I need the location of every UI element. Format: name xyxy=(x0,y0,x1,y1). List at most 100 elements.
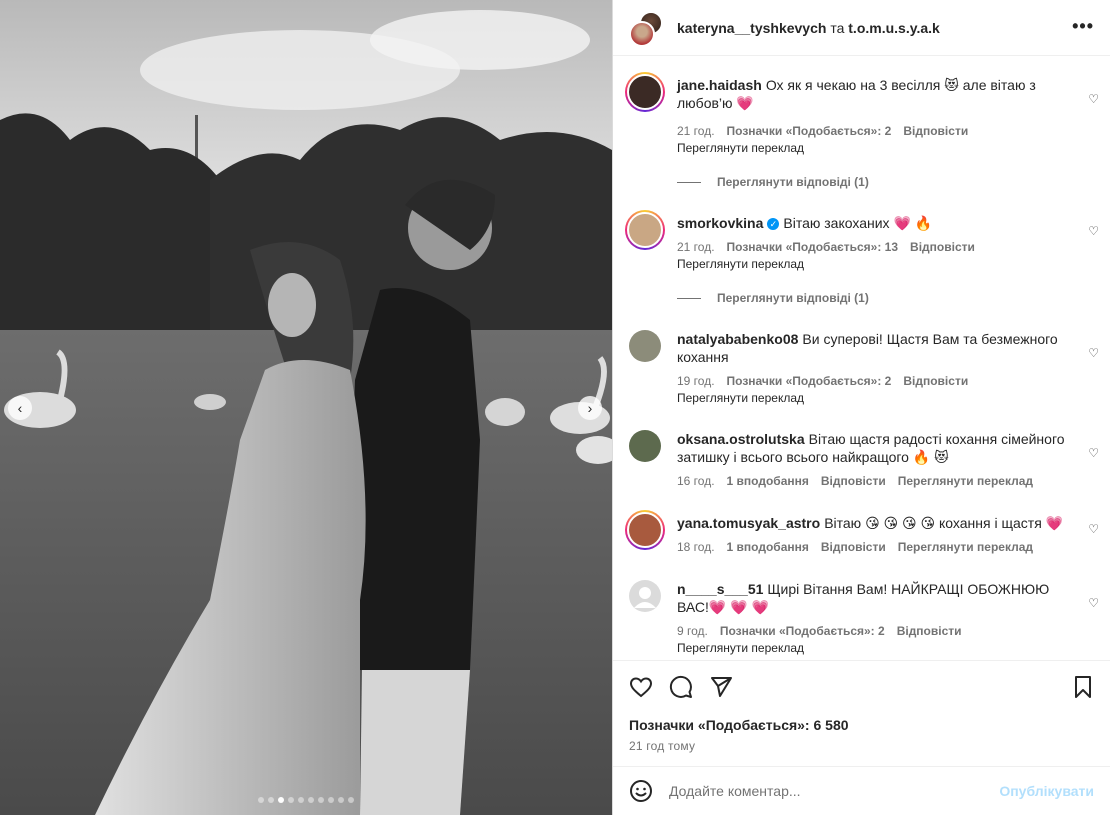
comment-username[interactable]: jane.haidash xyxy=(677,77,762,93)
post-header: kateryna__tyshkevych та t.o.m.u.s.y.a.k … xyxy=(613,0,1110,56)
comment-icon[interactable] xyxy=(669,675,693,699)
see-translation-link[interactable]: Переглянути переклад xyxy=(898,474,1033,488)
save-bookmark-icon[interactable] xyxy=(1071,675,1095,699)
reply-button[interactable]: Відповісти xyxy=(903,374,968,388)
reply-button[interactable]: Відповісти xyxy=(821,540,886,554)
comment-likes[interactable]: Позначки «Подобається»: 2 xyxy=(727,374,892,388)
post-actions: Позначки «Подобається»: 6 580 21 год том… xyxy=(613,660,1110,753)
comment-likes[interactable]: 1 вподобання xyxy=(727,474,809,488)
avatar[interactable] xyxy=(625,510,665,550)
view-replies-button[interactable]: Переглянути відповіді (1) xyxy=(677,291,869,305)
comment-username[interactable]: natalyababenko08 xyxy=(677,331,798,347)
see-translation-link[interactable]: Переглянути переклад xyxy=(898,540,1033,554)
avatar[interactable] xyxy=(629,580,661,612)
comment-username[interactable]: n____s___51 xyxy=(677,581,763,597)
carousel-dot xyxy=(258,797,264,803)
carousel-dot xyxy=(298,797,304,803)
see-translation-link[interactable]: Переглянути переклад xyxy=(677,641,804,655)
heart-icon[interactable]: ♡ xyxy=(1088,346,1099,360)
author-link[interactable]: kateryna__tyshkevych xyxy=(677,20,826,36)
comment-meta: 9 год. Позначки «Подобається»: 2 Відпові… xyxy=(677,624,962,638)
comment-time[interactable]: 19 год. xyxy=(677,374,715,388)
emoji-icon[interactable] xyxy=(629,779,653,803)
reply-button[interactable]: Відповісти xyxy=(897,624,962,638)
comment-text: oksana.ostrolutska Вітаю щастя радості ко… xyxy=(677,430,1083,466)
default-avatar-icon xyxy=(634,587,656,608)
see-translation-link[interactable]: Переглянути переклад xyxy=(677,391,804,405)
carousel-indicator xyxy=(0,797,612,803)
comment-likes[interactable]: Позначки «Подобається»: 2 xyxy=(720,624,885,638)
likes-count[interactable]: Позначки «Подобається»: 6 580 xyxy=(629,717,849,733)
comment-likes[interactable]: Позначки «Подобається»: 13 xyxy=(727,240,898,254)
like-heart-icon[interactable] xyxy=(629,675,653,699)
comment-time[interactable]: 21 год. xyxy=(677,124,715,138)
comment-time[interactable]: 16 год. xyxy=(677,474,715,488)
carousel-dot xyxy=(278,797,284,803)
comment-time[interactable]: 21 год. xyxy=(677,240,715,254)
comment-username[interactable]: oksana.ostrolutska xyxy=(677,431,805,447)
carousel-dot xyxy=(288,797,294,803)
share-icon[interactable] xyxy=(709,675,733,699)
verified-badge-icon: ✓ xyxy=(767,218,780,231)
add-comment-bar: Опублікувати xyxy=(613,766,1110,815)
avatar xyxy=(629,20,655,47)
comment-likes[interactable]: 1 вподобання xyxy=(727,540,809,554)
comment-item: natalyababenko08 Ви суперові! Щастя Вам т… xyxy=(629,330,1099,410)
comment-text: natalyababenko08 Ви суперові! Щастя Вам т… xyxy=(677,330,1083,366)
more-horizontal-icon: ••• xyxy=(1072,16,1094,36)
more-options-button[interactable]: ••• xyxy=(1072,16,1094,37)
reply-button[interactable]: Відповісти xyxy=(903,124,968,138)
comment-item: n____s___51 Щирі Вітання Вам! НАЙКРАЩІ ОБ… xyxy=(629,580,1099,660)
heart-icon[interactable]: ♡ xyxy=(1088,224,1099,238)
comment-text: n____s___51 Щирі Вітання Вам! НАЙКРАЩІ ОБ… xyxy=(677,580,1083,616)
comment-username[interactable]: yana.tomusyak_astro xyxy=(677,515,820,531)
avatar[interactable] xyxy=(625,210,665,250)
carousel-next-button[interactable]: › xyxy=(578,396,602,420)
collab-avatars[interactable] xyxy=(629,10,663,47)
reply-button[interactable]: Відповісти xyxy=(910,240,975,254)
heart-icon[interactable]: ♡ xyxy=(1088,522,1099,536)
authors-conjunction: та xyxy=(830,19,845,36)
post-dialog: ‹ › kateryna__tyshkevych та t.o.m.u.s.y.… xyxy=(0,0,1110,815)
post-timestamp[interactable]: 21 год тому xyxy=(629,739,695,753)
avatar[interactable] xyxy=(625,72,665,112)
comment-meta: 18 год. 1 вподобання Відповісти Переглян… xyxy=(677,540,1033,554)
action-bar xyxy=(629,675,1095,703)
post-side-panel: kateryna__tyshkevych та t.o.m.u.s.y.a.k … xyxy=(612,0,1110,815)
post-authors: kateryna__tyshkevych та t.o.m.u.s.y.a.k xyxy=(677,20,940,36)
view-replies-label: Переглянути відповіді (1) xyxy=(717,175,869,189)
publish-button[interactable]: Опублікувати xyxy=(999,783,1094,799)
carousel-dot xyxy=(328,797,334,803)
comments-list[interactable]: jane.haidash Ох як я чекаю на 3 весілля 😻… xyxy=(613,56,1110,660)
see-translation-link[interactable]: Переглянути переклад xyxy=(677,257,804,271)
comment-time[interactable]: 18 год. xyxy=(677,540,715,554)
comment-meta: 21 год. Позначки «Подобається»: 2 Відпов… xyxy=(677,124,968,138)
comment-likes[interactable]: Позначки «Подобається»: 2 xyxy=(727,124,892,138)
carousel-dot xyxy=(348,797,354,803)
carousel-dot xyxy=(318,797,324,803)
author-link[interactable]: t.o.m.u.s.y.a.k xyxy=(848,20,940,36)
comment-item: yana.tomusyak_astro Вітаю 😘 😘 😘 😘 кохання… xyxy=(625,510,1099,564)
comment-text: jane.haidash Ох як я чекаю на 3 весілля 😻… xyxy=(677,76,1083,112)
heart-icon[interactable]: ♡ xyxy=(1088,92,1099,106)
heart-icon[interactable]: ♡ xyxy=(1088,596,1099,610)
see-translation-link[interactable]: Переглянути переклад xyxy=(677,141,804,155)
comment-meta: 16 год. 1 вподобання Відповісти Переглян… xyxy=(677,474,1033,488)
comment-text: yana.tomusyak_astro Вітаю 😘 😘 😘 😘 кохання… xyxy=(677,514,1083,532)
comment-content: Вітаю 😘 😘 😘 😘 кохання і щастя 💗 xyxy=(824,515,1064,531)
carousel-dot xyxy=(308,797,314,803)
carousel-dot xyxy=(268,797,274,803)
view-replies-button[interactable]: Переглянути відповіді (1) xyxy=(677,175,869,189)
avatar[interactable] xyxy=(629,430,661,462)
avatar[interactable] xyxy=(629,330,661,362)
comment-username[interactable]: smorkovkina xyxy=(677,215,763,231)
comment-input[interactable] xyxy=(669,783,1000,799)
comment-item: smorkovkina ✓ Вітаю закоханих 💗 🔥 21 год. … xyxy=(625,210,1099,334)
comment-content: Вітаю закоханих 💗 🔥 xyxy=(783,215,933,231)
comment-time[interactable]: 9 год. xyxy=(677,624,708,638)
reply-button[interactable]: Відповісти xyxy=(821,474,886,488)
comment-item: oksana.ostrolutska Вітаю щастя радості ко… xyxy=(629,430,1099,490)
comment-text: smorkovkina ✓ Вітаю закоханих 💗 🔥 xyxy=(677,214,1083,232)
heart-icon[interactable]: ♡ xyxy=(1088,446,1099,460)
carousel-prev-button[interactable]: ‹ xyxy=(8,396,32,420)
